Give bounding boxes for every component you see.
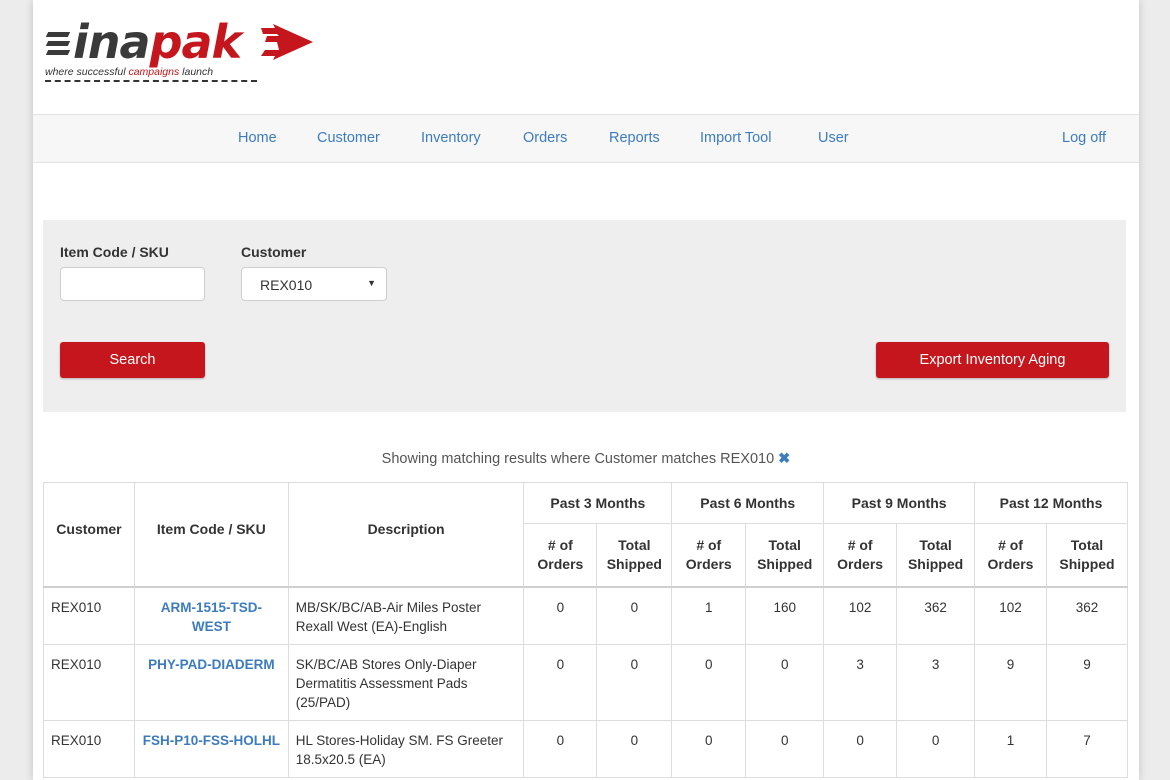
cell-value: 0 bbox=[523, 586, 598, 645]
page: inapak where successful campaigns launch… bbox=[33, 0, 1139, 780]
cell-sku-link[interactable]: ARM-1515-TSD-WEST bbox=[133, 586, 289, 645]
cell-description: HL Stores-Holiday SM. FS Greeter 18.5x20… bbox=[287, 720, 525, 778]
cell-value: 0 bbox=[523, 644, 598, 721]
col-orders-3m[interactable]: # of Orders bbox=[523, 523, 598, 588]
table-row: REX010 ARM-1515-TSD-WEST MB/SK/BC/AB-Air… bbox=[43, 586, 1129, 645]
customer-label: Customer bbox=[241, 244, 307, 260]
cell-description: MB/SK/BC/AB-Air Miles Poster Rexall West… bbox=[287, 586, 525, 645]
col-shipped-9m[interactable]: Total Shipped bbox=[896, 523, 976, 588]
cell-value: 362 bbox=[1045, 586, 1129, 645]
cell-description: SK/BC/AB Stores Only-Diaper Dermatitis A… bbox=[287, 644, 525, 721]
site-header: inapak where successful campaigns launch bbox=[33, 0, 1139, 114]
col-item-code[interactable]: Item Code / SKU bbox=[133, 482, 289, 588]
cell-customer: REX010 bbox=[43, 586, 135, 645]
main-nav: Home Customer Inventory Orders Reports I… bbox=[33, 114, 1139, 163]
results-message-text: Showing matching results where Customer … bbox=[381, 451, 775, 467]
chevron-down-icon: ▼ bbox=[367, 278, 376, 288]
cell-customer: REX010 bbox=[43, 720, 135, 778]
logo-underline bbox=[45, 80, 257, 82]
nav-user[interactable]: User bbox=[818, 130, 849, 146]
cell-value: 1 bbox=[671, 586, 747, 645]
col-description[interactable]: Description bbox=[287, 482, 525, 588]
nav-orders[interactable]: Orders bbox=[523, 130, 567, 146]
group-past-3-months: Past 3 Months bbox=[523, 482, 673, 524]
cell-customer: REX010 bbox=[43, 644, 135, 721]
cell-value: 102 bbox=[823, 586, 898, 645]
customer-select[interactable]: REX010 ▼ bbox=[241, 267, 387, 301]
results-message: Showing matching results where Customer … bbox=[33, 451, 1139, 467]
cell-value: 0 bbox=[596, 720, 673, 778]
cell-value: 3 bbox=[823, 644, 898, 721]
item-code-label: Item Code / SKU bbox=[60, 244, 169, 260]
col-orders-9m[interactable]: # of Orders bbox=[823, 523, 898, 588]
nav-reports[interactable]: Reports bbox=[609, 130, 660, 146]
customer-select-value: REX010 bbox=[260, 277, 313, 293]
col-shipped-6m[interactable]: Total Shipped bbox=[745, 523, 825, 588]
cell-value: 0 bbox=[596, 644, 673, 721]
cell-value: 7 bbox=[1045, 720, 1129, 778]
table-row: REX010 PHY-PAD-DIADERM SK/BC/AB Stores O… bbox=[43, 644, 1129, 721]
logo-tagline: where successful campaigns launch bbox=[45, 66, 214, 78]
cell-sku-link[interactable]: PHY-PAD-DIADERM bbox=[133, 644, 289, 721]
cell-value: 0 bbox=[523, 720, 598, 778]
nav-inventory[interactable]: Inventory bbox=[421, 130, 481, 146]
search-button[interactable]: Search bbox=[60, 342, 205, 378]
cell-value: 102 bbox=[974, 586, 1047, 645]
nav-customer[interactable]: Customer bbox=[317, 130, 380, 146]
nav-logoff[interactable]: Log off bbox=[1062, 130, 1106, 146]
cell-value: 0 bbox=[671, 720, 747, 778]
logo-wordmark: inapak bbox=[73, 15, 242, 69]
nav-home[interactable]: Home bbox=[238, 130, 277, 146]
cell-value: 362 bbox=[896, 586, 976, 645]
filter-panel: Item Code / SKU Customer REX010 ▼ Search… bbox=[43, 220, 1126, 412]
logo-arrow-icon bbox=[261, 24, 313, 60]
cell-value: 160 bbox=[745, 586, 825, 645]
group-past-9-months: Past 9 Months bbox=[823, 482, 976, 524]
cell-value: 0 bbox=[596, 586, 673, 645]
inapak-logo[interactable]: inapak where successful campaigns launch bbox=[43, 14, 313, 94]
cell-value: 0 bbox=[823, 720, 898, 778]
cell-value: 3 bbox=[896, 644, 976, 721]
col-customer[interactable]: Customer bbox=[43, 482, 135, 588]
cell-value: 9 bbox=[1045, 644, 1129, 721]
cell-sku-link[interactable]: FSH-P10-FSS-HOLHL bbox=[133, 720, 289, 778]
item-code-input[interactable] bbox=[60, 267, 205, 301]
cell-value: 9 bbox=[974, 644, 1047, 721]
nav-import-tool[interactable]: Import Tool bbox=[700, 130, 771, 146]
export-inventory-aging-button[interactable]: Export Inventory Aging bbox=[876, 342, 1109, 378]
close-icon[interactable]: ✖ bbox=[778, 451, 790, 467]
inventory-aging-table: Customer Item Code / SKU Description Pas… bbox=[43, 482, 1129, 778]
cell-value: 0 bbox=[745, 720, 825, 778]
table-row: REX010 FSH-P10-FSS-HOLHL HL Stores-Holid… bbox=[43, 720, 1129, 778]
cell-value: 1 bbox=[974, 720, 1047, 778]
cell-value: 0 bbox=[745, 644, 825, 721]
col-orders-12m[interactable]: # of Orders bbox=[974, 523, 1047, 588]
col-shipped-12m[interactable]: Total Shipped bbox=[1045, 523, 1129, 588]
group-past-6-months: Past 6 Months bbox=[671, 482, 825, 524]
col-orders-6m[interactable]: # of Orders bbox=[671, 523, 747, 588]
cell-value: 0 bbox=[671, 644, 747, 721]
cell-value: 0 bbox=[896, 720, 976, 778]
col-shipped-3m[interactable]: Total Shipped bbox=[596, 523, 673, 588]
group-past-12-months: Past 12 Months bbox=[974, 482, 1128, 524]
